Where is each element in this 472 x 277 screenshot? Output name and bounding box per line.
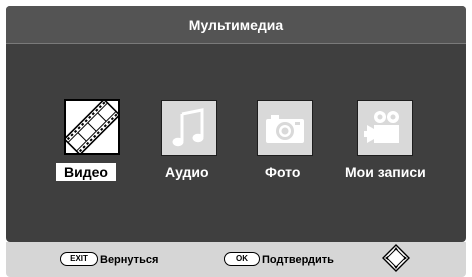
video-camera-icon[interactable] bbox=[357, 100, 413, 156]
ok-key-badge[interactable]: OK bbox=[224, 252, 260, 266]
ok-hint-label: Подтвердить bbox=[262, 254, 334, 266]
menu-item-video-label[interactable]: Видео bbox=[56, 163, 116, 181]
page-title: Мультимедиа bbox=[188, 16, 284, 33]
dpad-icon bbox=[382, 244, 410, 272]
camera-icon[interactable] bbox=[257, 100, 313, 156]
title-divider bbox=[6, 43, 466, 44]
exit-hint-label: Вернуться bbox=[100, 254, 159, 266]
title-bar: Мультимедиа bbox=[6, 6, 466, 43]
multimedia-panel: Мультимедиа Видео Аудио Фото Мои записи bbox=[6, 6, 466, 242]
music-note-icon[interactable] bbox=[161, 100, 217, 156]
menu-item-recordings-label[interactable]: Мои записи bbox=[345, 164, 426, 180]
footer-hint-bar: EXIT Вернуться OK Подтвердить bbox=[6, 242, 466, 277]
exit-key-badge[interactable]: EXIT bbox=[60, 252, 98, 266]
film-strip-icon[interactable] bbox=[64, 99, 120, 155]
menu-item-photo-label[interactable]: Фото bbox=[265, 164, 300, 180]
menu-item-audio-label[interactable]: Аудио bbox=[165, 164, 209, 180]
tv-menu-screen: Мультимедиа Видео Аудио Фото Мои записи … bbox=[0, 0, 472, 277]
